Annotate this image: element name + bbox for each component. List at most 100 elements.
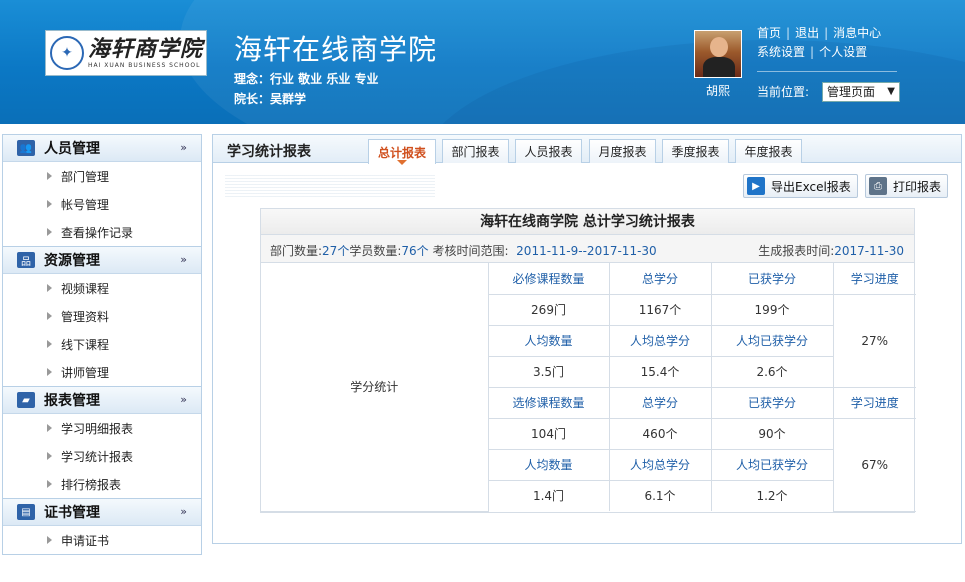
dept-count-label: 部门数量: [270, 244, 323, 258]
sidebar-item-label: 视频课程 [61, 281, 110, 296]
sidebar-item-apply-certificate[interactable]: 申请证书 [3, 526, 201, 554]
sidebar-item-label: 管理资料 [61, 309, 110, 324]
bullet-icon [47, 284, 52, 292]
tab-total-report[interactable]: 总计报表 [368, 139, 436, 165]
double-chevron-right-icon[interactable]: » [180, 505, 187, 518]
table-header-cell: 人均数量 [488, 448, 610, 481]
main-panel: 学习统计报表 总计报表 部门报表 人员报表 月度报表 季度报表 年度报表 ▶ 导… [212, 134, 962, 544]
table-cell: 1.2个 [710, 479, 833, 511]
sidebar-item-accounts[interactable]: 帐号管理 [3, 190, 201, 218]
system-settings-link[interactable]: 系统设置 [757, 45, 805, 59]
logo-text: 海轩商学院 [88, 36, 204, 62]
dept-count-value: 27个 [322, 244, 350, 258]
sidebar-item-department[interactable]: 部门管理 [3, 162, 201, 190]
double-chevron-right-icon[interactable]: » [180, 393, 187, 406]
sidebar-group-title: 人员管理 [44, 141, 100, 157]
table-header-cell: 已获学分 [710, 386, 834, 419]
table-header-cell: 人均已获学分 [710, 324, 833, 357]
sidebar-item-label: 帐号管理 [61, 197, 110, 212]
folder-icon: ▰ [17, 392, 35, 408]
tab-quarterly-report[interactable]: 季度报表 [662, 139, 729, 163]
double-chevron-right-icon[interactable]: » [180, 253, 187, 266]
table-cell: 104门 [488, 417, 610, 450]
sidebar-item-stats-report[interactable]: 学习统计报表 [3, 442, 201, 470]
sidebar-item-label: 排行榜报表 [61, 477, 122, 492]
double-chevron-right-icon[interactable]: » [180, 141, 187, 154]
tab-bar: 学习统计报表 总计报表 部门报表 人员报表 月度报表 季度报表 年度报表 [213, 135, 961, 165]
messages-link[interactable]: 消息中心 [833, 26, 881, 40]
sidebar-item-label: 讲师管理 [61, 365, 110, 380]
generated-time-label: 生成报表时间: [758, 244, 835, 258]
bullet-icon [47, 424, 52, 432]
bullet-icon [47, 480, 52, 488]
sitemap-icon: 品 [17, 252, 35, 268]
position-select[interactable]: 管理页面 ▼ [822, 82, 900, 102]
bullet-icon [47, 340, 52, 348]
report-meta: 部门数量:27个学员数量:76个 考核时间范围: 2011-11-9--2017… [261, 235, 914, 263]
sidebar-item-offline[interactable]: 线下课程 [3, 330, 201, 358]
sidebar-group-personnel: 👥 人员管理 » 部门管理 帐号管理 查看操作记录 [2, 134, 202, 247]
bullet-icon [47, 452, 52, 460]
logo[interactable]: ✦ 海轩商学院 HAI XUAN BUSINESS SCHOOL [45, 30, 207, 76]
export-excel-button[interactable]: ▶ 导出Excel报表 [743, 174, 858, 198]
position-select-value: 管理页面 [827, 85, 876, 99]
panel-title: 学习统计报表 [227, 144, 311, 160]
time-range-label: 考核时间范围: [432, 244, 509, 258]
sidebar-item-label: 线下课程 [61, 337, 110, 352]
tab-personnel-report[interactable]: 人员报表 [515, 139, 582, 163]
bullet-icon [47, 536, 52, 544]
sidebar-item-materials[interactable]: 管理资料 [3, 302, 201, 330]
home-link[interactable]: 首页 [757, 26, 781, 40]
table-header-cell: 总学分 [608, 263, 712, 295]
table-header-cell: 必修课程数量 [487, 263, 610, 295]
motto: 理念：行业 敬业 乐业 专业 [234, 72, 379, 86]
sidebar-item-label: 部门管理 [61, 169, 110, 184]
student-count-label: 学员数量: [349, 244, 402, 258]
time-range-value: 2011-11-9--2017-11-30 [516, 244, 657, 258]
sidebar-group-header[interactable]: ▤ 证书管理 » [3, 499, 201, 526]
sidebar-group-header[interactable]: 👥 人员管理 » [3, 135, 201, 162]
sidebar-item-ranking-report[interactable]: 排行榜报表 [3, 470, 201, 498]
sidebar-group-header[interactable]: ▰ 报表管理 » [3, 387, 201, 414]
position-label: 当前位置: [757, 85, 810, 99]
bullet-icon [47, 172, 52, 180]
sidebar-group-title: 报表管理 [44, 393, 100, 409]
sidebar-group-resources: 品 资源管理 » 视频课程 管理资料 线下课程 讲师管理 [2, 247, 202, 387]
header: ✦ 海轩商学院 HAI XUAN BUSINESS SCHOOL 海轩在线商学院… [0, 0, 965, 124]
tab-monthly-report[interactable]: 月度报表 [589, 139, 656, 163]
table-cell: 90个 [710, 417, 834, 450]
logo-emblem-icon: ✦ [50, 36, 84, 70]
sidebar-item-detail-report[interactable]: 学习明细报表 [3, 414, 201, 442]
play-icon: ▶ [747, 177, 765, 195]
bullet-icon [47, 200, 52, 208]
table-row: 学分统计 必修课程数量 总学分 已获学分 学习进度 [261, 263, 916, 512]
logout-link[interactable]: 退出 [795, 26, 819, 40]
bullet-icon [47, 368, 52, 376]
report-table: 海轩在线商学院 总计学习统计报表 部门数量:27个学员数量:76个 考核时间范围… [260, 208, 916, 513]
avatar[interactable] [694, 30, 742, 78]
tab-department-report[interactable]: 部门报表 [442, 139, 509, 163]
sidebar-group-title: 资源管理 [44, 253, 100, 269]
progress-cell: 67% [832, 417, 916, 512]
table-cell: 2.6个 [710, 355, 833, 388]
sidebar-group-header[interactable]: 品 资源管理 » [3, 247, 201, 274]
table-header-cell: 已获学分 [710, 263, 834, 295]
table-cell: 6.1个 [608, 479, 712, 511]
table-header-cell: 人均数量 [488, 324, 610, 357]
report-title: 海轩在线商学院 总计学习统计报表 [261, 209, 914, 235]
table-header-cell: 学习进度 [832, 263, 916, 295]
sidebar-item-lecturers[interactable]: 讲师管理 [3, 358, 201, 386]
sidebar-item-label: 学习统计报表 [61, 449, 134, 464]
tab-yearly-report[interactable]: 年度报表 [735, 139, 802, 163]
table-header-cell: 选修课程数量 [488, 386, 610, 419]
sidebar-group-title: 证书管理 [44, 505, 100, 521]
sidebar-item-logs[interactable]: 查看操作记录 [3, 218, 201, 246]
printer-icon: ⎙ [869, 177, 887, 195]
sidebar-item-video[interactable]: 视频课程 [3, 274, 201, 302]
personal-settings-link[interactable]: 个人设置 [819, 45, 867, 59]
sidebar-group-reports: ▰ 报表管理 » 学习明细报表 学习统计报表 排行榜报表 [2, 387, 202, 499]
table-header-cell: 人均已获学分 [710, 448, 833, 481]
print-button[interactable]: ⎙ 打印报表 [865, 174, 949, 198]
table-header-cell: 人均总学分 [608, 324, 712, 357]
dean: 院长：吴群学 [234, 92, 307, 106]
